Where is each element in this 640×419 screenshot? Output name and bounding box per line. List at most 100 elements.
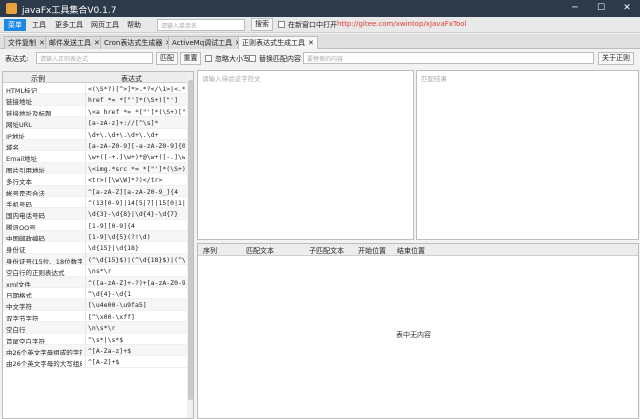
app-logo-icon — [6, 3, 17, 14]
match-button[interactable]: 匹配 — [156, 52, 178, 65]
table-row[interactable]: IP地址 \d+\.\d+\.\d+\.\d+ — [3, 128, 187, 140]
column-header-match-text[interactable]: 匹配文本 — [246, 246, 274, 256]
tab-label: Cron表达式生成器 — [104, 39, 163, 47]
tab-mail-sender[interactable]: 邮件发送工具 ✕ — [45, 36, 104, 49]
expression-cell: \ns*\r — [88, 267, 112, 276]
table-row[interactable]: 身份证号(15位、18位数字) (^\d{15}$)|(^\d{18}$)|(^\… — [3, 253, 187, 266]
column-header-sub-match-text[interactable]: 子匹配文本 — [309, 246, 344, 256]
menu-item-more-tools[interactable]: 更多工具 — [51, 19, 87, 31]
close-icon[interactable]: ✕ — [308, 39, 314, 47]
table-row[interactable]: 国内电话号码 \d{3}-\d{8}|\d{4}-\d{7} — [3, 208, 187, 220]
regex-input[interactable]: 请输入正则表达式 — [36, 52, 153, 64]
table-row[interactable]: 由26个英文字母的大写组成的字符串 ^[A-Z]+$ — [3, 356, 187, 368]
table-row[interactable]: 空白行的正则表达式 \ns*\r — [3, 265, 187, 277]
example-name-cell: 链接地址及标题 — [6, 109, 52, 118]
ignore-case-label: 忽略大小写 — [215, 55, 250, 63]
table-row[interactable]: 首尾空白字符 ^\s*|\s*$ — [3, 333, 187, 345]
close-icon[interactable]: ✕ — [94, 39, 100, 47]
table-row[interactable]: 网址URL [a-zA-z]+://[^\s]* — [3, 117, 187, 129]
empty-table-message: 表中无内容 — [396, 331, 431, 339]
expression-cell: [a-zA-Z0-9][-a-zA-Z0-9]{0 — [88, 141, 185, 150]
table-row[interactable]: 图片引用地址 \<img.*src *= *["']*(\S+)["'].*\> — [3, 162, 187, 175]
menu-search-button[interactable]: 搜索 — [251, 18, 273, 31]
tab-bar: 文件复制✕ 邮件发送工具✕ Cron表达式生成器✕ ActiveMq调试工具✕ … — [0, 34, 640, 49]
example-name-cell: 空白行的正则表达式 — [6, 269, 65, 277]
column-divider — [85, 117, 86, 128]
example-name-cell: 身份证 — [6, 246, 26, 254]
column-divider — [85, 322, 86, 333]
replace-match-label: 替换匹配内容 — [259, 55, 301, 63]
column-header-end-position[interactable]: 结束位置 — [397, 246, 425, 256]
table-row[interactable]: 双字节字符 [^\x00-\xff] — [3, 310, 187, 323]
table-row[interactable]: 身份证 \d{15}|\d{18} — [3, 242, 187, 254]
match-result-area[interactable]: 匹配结果 — [416, 70, 639, 240]
example-name-cell: 链接地址 — [6, 98, 32, 106]
example-name-cell: 身份证号(15位、18位数字) — [6, 257, 82, 266]
menu-item-menu[interactable]: 菜单 — [4, 19, 26, 31]
table-row[interactable]: 中文字符 [\u4e00-\u9fa5] — [3, 299, 187, 311]
column-header-index[interactable]: 序列 — [203, 246, 217, 256]
match-result-table: 序列 匹配文本 子匹配文本 开始位置 结束位置 表中无内容 — [197, 243, 639, 419]
table-row[interactable]: 中国邮政编码 [1-9]\d{5}(?!\d) — [3, 231, 187, 243]
menu-search-input[interactable]: 请输入菜单名 — [157, 19, 245, 31]
column-divider — [85, 265, 86, 276]
minimize-button[interactable]: ─ — [562, 0, 588, 17]
expression-cell: \d{15}|\d{18} — [88, 244, 139, 253]
menu-item-web-tools[interactable]: 网页工具 — [87, 19, 123, 31]
maximize-button[interactable]: ☐ — [588, 0, 614, 17]
replace-match-checkbox[interactable] — [249, 55, 256, 62]
menu-item-tools[interactable]: 工具 — [28, 19, 50, 31]
reset-button[interactable]: 重置 — [180, 52, 201, 65]
close-icon[interactable]: ✕ — [39, 39, 45, 47]
table-row[interactable]: 链接地址 href *= *["']*(\S+)["'] — [3, 94, 187, 106]
table-row[interactable]: Email地址 \w+([-+.]\w+)*@\w+([-.]\w+)* — [3, 151, 187, 163]
expression-cell: <(\S*?)[^>]*>.*?</\1>|<.*? /> — [88, 85, 185, 93]
gitee-link[interactable]: http://gitee.com/xwintop/xJavaFxTool — [337, 20, 467, 28]
tab-activemq-debugger[interactable]: ActiveMq调试工具✕ — [168, 36, 246, 49]
column-divider — [85, 174, 86, 185]
column-header-start-position[interactable]: 开始位置 — [358, 246, 386, 256]
column-divider — [85, 333, 86, 344]
regex-toolbar: 表达式: 请输入正则表达式 匹配 重置 忽略大小写 替换匹配内容 要替换的内容 … — [0, 50, 640, 67]
column-divider — [85, 105, 86, 117]
new-window-checkbox[interactable] — [278, 21, 285, 28]
table-row[interactable]: 帐号是否合法 ^[a-zA-Z][a-zA-Z0-9_]{4 — [3, 185, 187, 197]
expression-cell: [a-zA-z]+://[^\s]* — [88, 119, 159, 128]
test-text-area[interactable]: 请输入待验证字符文 — [197, 70, 414, 240]
table-row[interactable]: 空白行 \n\s*\r — [3, 322, 187, 334]
example-name-cell: 由26个英文字母组成的字符串 — [6, 348, 82, 357]
about-regex-button[interactable]: 关于正则 — [598, 52, 634, 65]
table-row[interactable]: 手机号码 ^(13[0-9]|14[5|7]|15[0|1|2|3|5 — [3, 196, 187, 209]
vertical-scrollbar[interactable] — [187, 72, 193, 418]
column-divider — [85, 139, 86, 151]
example-name-cell: 多行文本 — [6, 178, 32, 186]
regex-label: 表达式: — [5, 55, 29, 63]
window-title: javaFx工具集合V0.1.7 — [22, 6, 117, 16]
table-row[interactable]: 域名 [a-zA-Z0-9][-a-zA-Z0-9]{0 — [3, 139, 187, 152]
tab-file-copy[interactable]: 文件复制 ✕ — [4, 36, 49, 49]
tab-regex-generator[interactable]: 正则表达式生成工具 ✕ — [238, 36, 318, 49]
expression-cell: ^(13[0-9]|14[5|7]|15[0|1|2|3|5 — [88, 198, 185, 207]
example-name-cell: 帐号是否合法 — [6, 189, 45, 197]
table-row[interactable]: HTML标记 <(\S*?)[^>]*>.*?</\1>|<.*? /> — [3, 83, 187, 95]
table-row[interactable]: 日期格式 ^\d{4}-\d{1 — [3, 288, 187, 300]
example-name-cell: Email地址 — [6, 155, 38, 163]
scrollbar-thumb[interactable] — [188, 80, 193, 400]
close-button[interactable]: ✕ — [614, 0, 640, 17]
menu-item-help[interactable]: 帮助 — [123, 19, 145, 31]
new-window-label: 在新窗口中打开 — [288, 21, 337, 29]
column-divider — [85, 288, 86, 299]
table-row[interactable]: 链接地址及标题 \<a href *= *["']*(\S+)["'].*\>(.… — [3, 105, 187, 118]
table-row[interactable]: 腾讯QQ号 [1-9][0-9]{4 — [3, 219, 187, 232]
tab-label: 邮件发送工具 — [49, 39, 91, 47]
tab-cron-generator[interactable]: Cron表达式生成器✕ — [100, 36, 176, 49]
column-divider — [85, 83, 86, 94]
expression-cell: (^\d{15}$)|(^\d{18}$)|(^\d{17}(\d — [88, 255, 185, 264]
replace-input[interactable]: 要替换的内容 — [303, 52, 594, 64]
table-row[interactable]: xml文件 ^([a-zA-Z]+-?)+[a-zA-Z0-9]+\. — [3, 276, 187, 289]
table-row[interactable]: 多行文本 <tr>([\w\W]*?)</tr> — [3, 174, 187, 186]
ignore-case-checkbox[interactable] — [205, 55, 212, 62]
tab-label: ActiveMq调试工具 — [172, 39, 233, 47]
table-row[interactable]: 由26个英文字母组成的字符串 ^[A-Za-z]+$ — [3, 344, 187, 357]
column-divider — [85, 151, 86, 162]
